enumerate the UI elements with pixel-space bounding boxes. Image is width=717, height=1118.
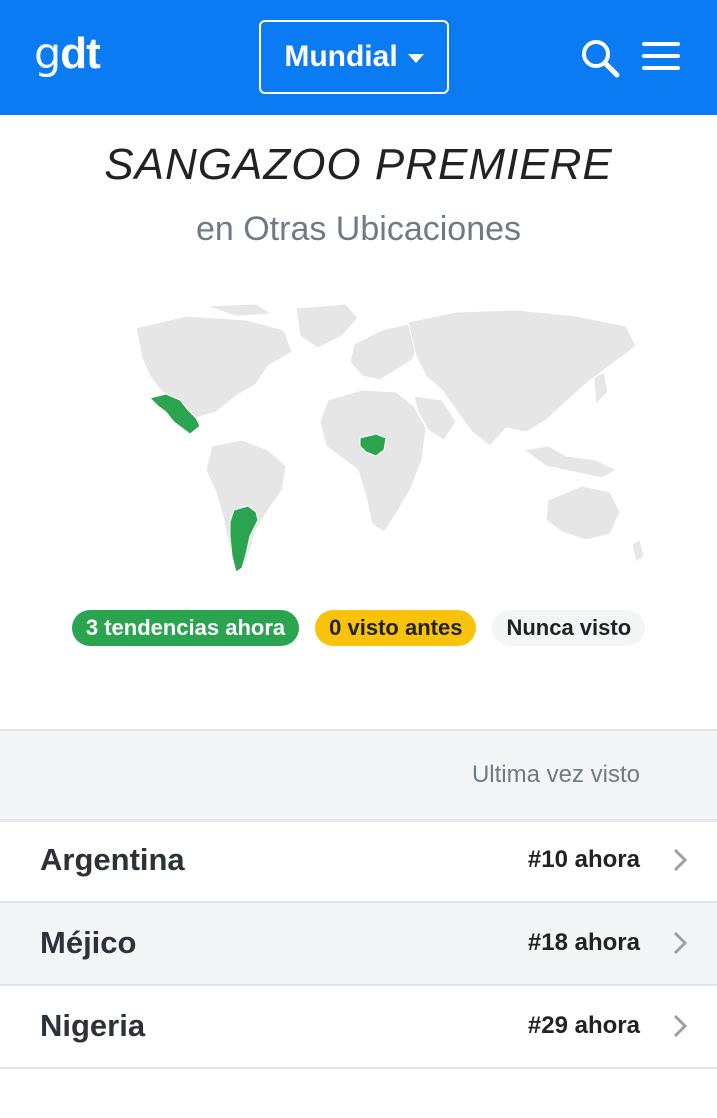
- map-land-japan: [593, 371, 609, 406]
- map-land-greenland: [295, 303, 359, 349]
- legend-never-seen-badge: Nunca visto: [492, 610, 646, 646]
- country-name: Nigeria: [40, 1008, 146, 1043]
- rank-label: #29 ahora: [527, 1012, 640, 1039]
- chevron-right-icon: [673, 1014, 688, 1038]
- list-item-nigeria[interactable]: Nigeria #29 ahora: [0, 986, 717, 1069]
- logo[interactable]: gdt: [34, 26, 101, 82]
- logo-bold-text: dt: [60, 29, 101, 78]
- region-label: Mundial: [284, 40, 398, 73]
- country-name: Argentina: [40, 842, 185, 877]
- logo-light-text: g: [34, 29, 61, 79]
- legend: 3 tendencias ahora 0 visto antes Nunca v…: [0, 610, 717, 646]
- map-country-argentina: [229, 505, 259, 573]
- top-bar: gdt Mundial: [0, 0, 717, 115]
- menu-button[interactable]: [642, 42, 684, 76]
- map-land-australia: [545, 485, 621, 541]
- search-icon: [582, 40, 620, 78]
- region-dropdown-button[interactable]: Mundial: [259, 20, 449, 94]
- page-subtitle: en Otras Ubicaciones: [195, 210, 522, 248]
- list-header: Ultima vez visto: [0, 729, 717, 822]
- map-land-sea-islands: [522, 445, 618, 479]
- caret-down-icon: [407, 53, 424, 63]
- world-map: [135, 303, 645, 576]
- country-name: Méjico: [40, 925, 137, 960]
- legend-seen-before-badge: 0 visto antes: [315, 610, 477, 646]
- chevron-right-icon: [673, 848, 688, 872]
- rank-label: #10 ahora: [527, 846, 640, 873]
- hamburger-line: [642, 42, 680, 46]
- search-button[interactable]: [578, 36, 622, 80]
- hamburger-line: [642, 54, 680, 58]
- hamburger-line: [642, 66, 680, 70]
- rank-label: #18 ahora: [527, 929, 640, 956]
- legend-trending-badge: 3 tendencias ahora: [71, 610, 300, 646]
- chevron-right-icon: [673, 931, 688, 955]
- map-land-new-zealand: [631, 539, 645, 563]
- last-seen-column-header: Ultima vez visto: [471, 761, 640, 788]
- list-item-argentina[interactable]: Argentina #10 ahora: [0, 820, 717, 903]
- map-land-africa: [319, 389, 427, 533]
- list-item-mejico[interactable]: Méjico #18 ahora: [0, 903, 717, 986]
- page-title: SANGAZOO PREMIERE: [104, 140, 613, 189]
- map-land-arctic: [205, 303, 274, 317]
